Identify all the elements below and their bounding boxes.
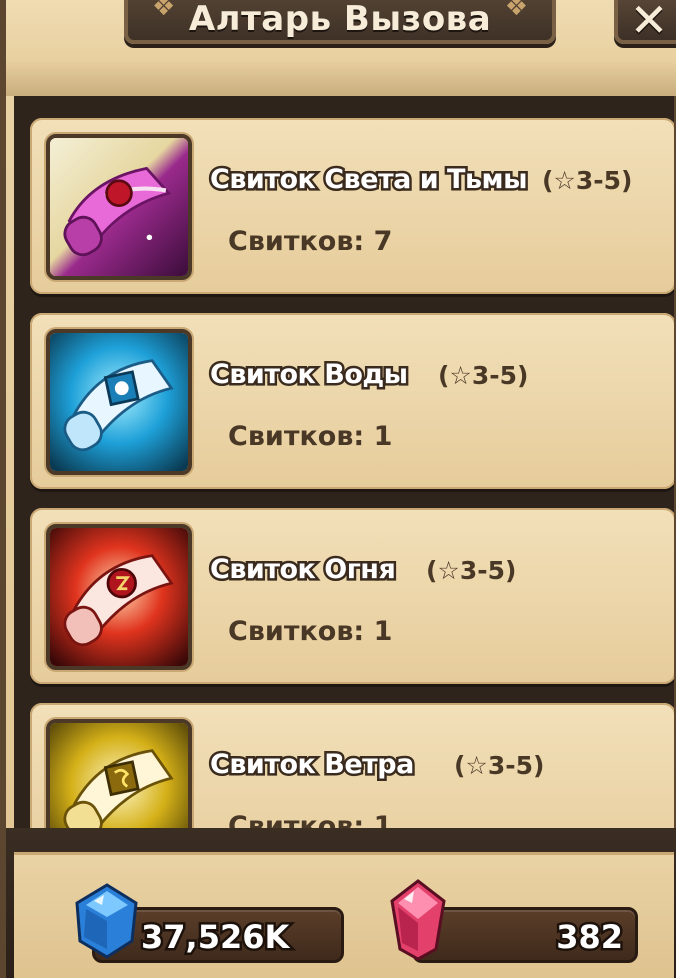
- scroll-list[interactable]: Свиток Света и Тьмы (☆3-5) Свитков: 7 Св…: [14, 96, 674, 828]
- crystals-value: 37,526K: [138, 916, 291, 959]
- light-dark-scroll-icon: [46, 134, 192, 280]
- scroll-name: Свиток Света и Тьмы: [207, 162, 530, 198]
- scroll-rank: (☆3-5): [542, 166, 633, 195]
- title-plate: ❖ Алтарь Вызова ❖: [124, 0, 556, 44]
- scroll-item-fire[interactable]: Свиток Огня (☆3-5) Свитков: 1: [30, 508, 674, 684]
- mana-stones-value: 382: [554, 916, 626, 959]
- scroll-name: Свиток Огня: [207, 552, 398, 588]
- blue-crystal-icon: [74, 883, 140, 959]
- scroll-item-wind[interactable]: Свиток Ветра (☆3-5) Свитков: 1: [30, 703, 674, 828]
- scroll-rank: (☆3-5): [426, 556, 517, 585]
- currency-footer: 37,526K 382: [6, 828, 676, 978]
- scroll-rank: (☆3-5): [438, 361, 529, 390]
- scroll-name: Свиток Воды: [208, 357, 411, 393]
- scroll-count: Свитков: 1: [228, 616, 393, 647]
- header: ❖ Алтарь Вызова ❖ ✕: [6, 0, 676, 96]
- scroll-item-water[interactable]: Свиток Воды (☆3-5) Свитков: 1: [30, 313, 674, 489]
- scroll-count: Свитков: 1: [228, 811, 393, 828]
- page-title: Алтарь Вызова: [188, 0, 492, 39]
- scroll-count: Свитков: 1: [228, 421, 393, 452]
- close-icon: ✕: [629, 0, 669, 47]
- scroll-count: Свитков: 7: [228, 226, 393, 257]
- fire-scroll-icon: [46, 524, 192, 670]
- scroll-item-light-dark[interactable]: Свиток Света и Тьмы (☆3-5) Свитков: 7: [30, 118, 674, 294]
- summon-altar-window: ❖ Алтарь Вызова ❖ ✕ Свиток Света и Тьмы …: [0, 0, 676, 978]
- scroll-name: Свиток Ветра: [208, 747, 417, 783]
- title-ornament-left-icon: ❖: [152, 0, 176, 22]
- pink-gem-icon: [388, 879, 448, 961]
- title-ornament-right-icon: ❖: [504, 0, 528, 22]
- wind-scroll-icon: [46, 719, 192, 828]
- water-scroll-icon: [46, 329, 192, 475]
- scroll-rank: (☆3-5): [454, 751, 545, 780]
- close-button[interactable]: ✕: [614, 0, 676, 47]
